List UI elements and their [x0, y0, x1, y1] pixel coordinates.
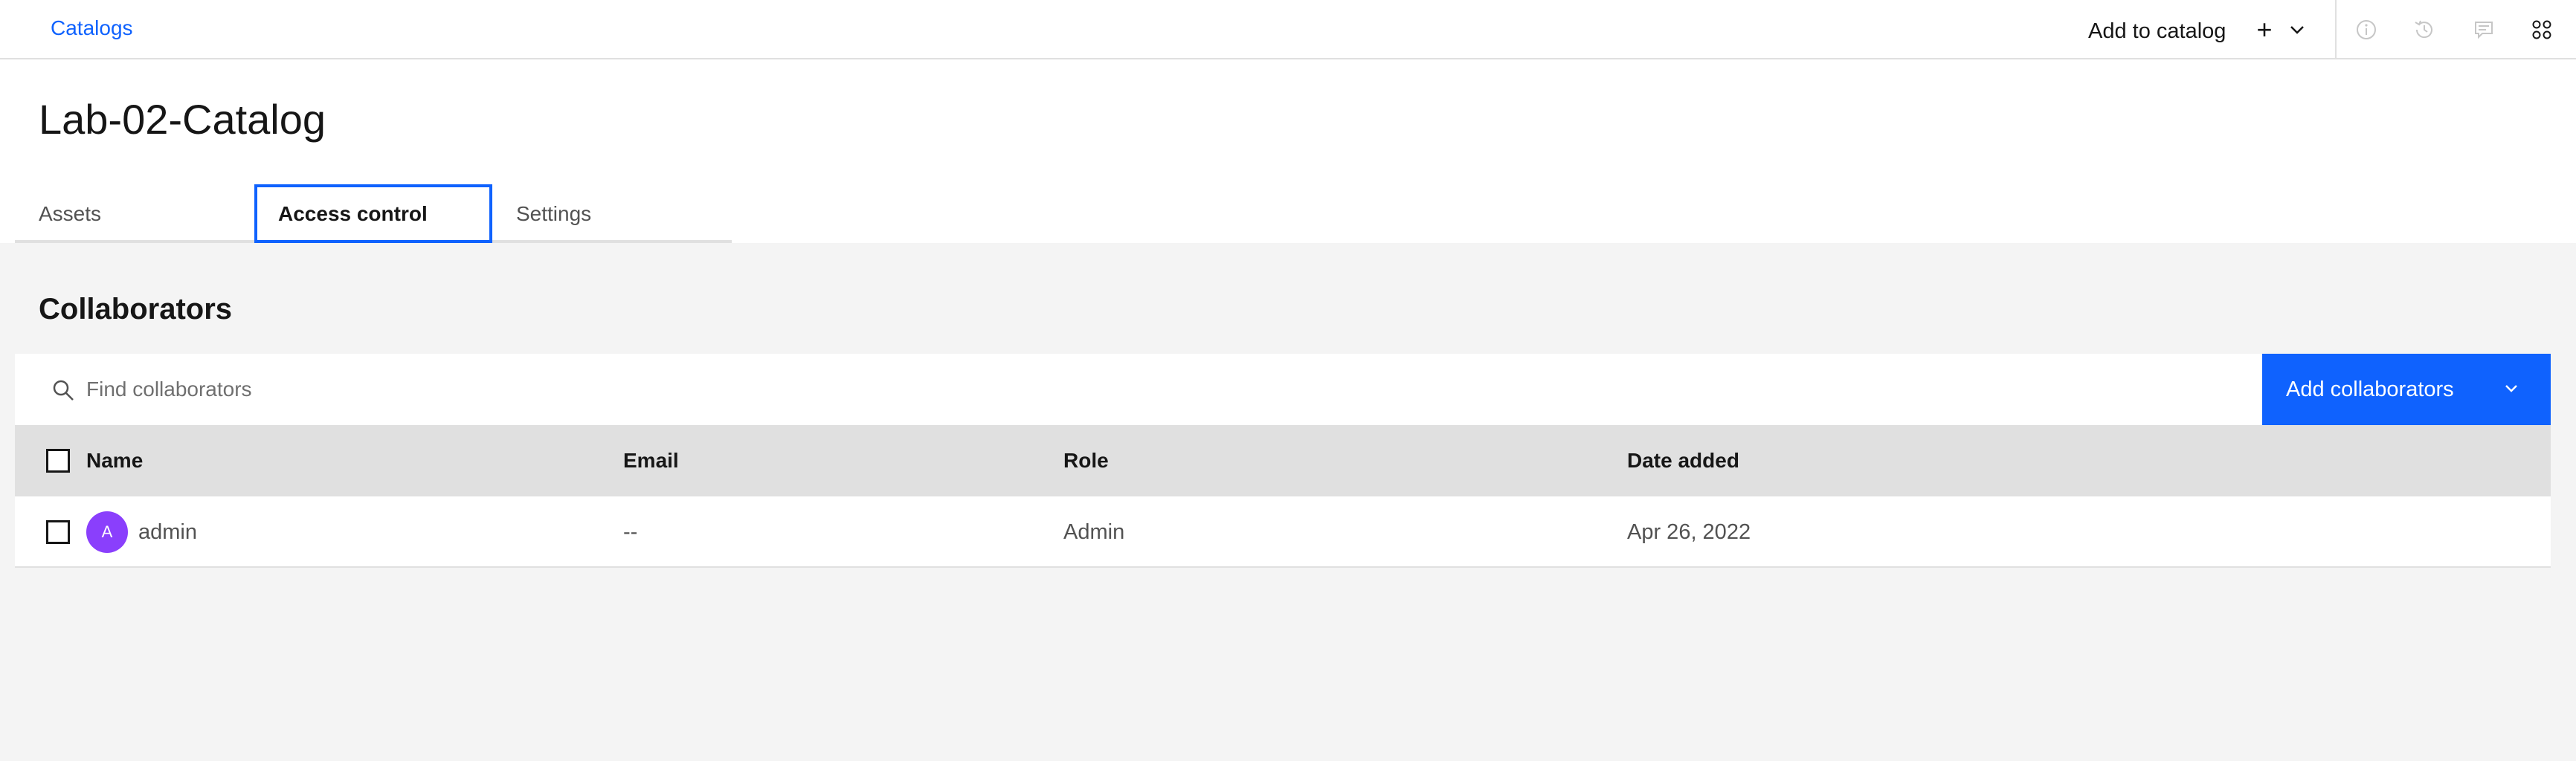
plus-icon[interactable]: +: [2253, 14, 2276, 45]
search-input[interactable]: [86, 354, 2243, 425]
breadcrumb-catalogs[interactable]: Catalogs: [51, 16, 133, 40]
search-bar: [15, 354, 2262, 425]
select-all-checkbox[interactable]: [46, 449, 70, 473]
section-title: Collaborators: [39, 293, 233, 326]
search-icon: [53, 380, 74, 401]
cell-role: Admin: [1063, 519, 1125, 544]
tab-list: Assets Access control Settings: [15, 184, 732, 243]
info-icon[interactable]: [2351, 15, 2381, 45]
column-header-date-added[interactable]: Date added: [1627, 425, 1739, 496]
tab-settings[interactable]: Settings: [492, 184, 730, 243]
add-collaborators-button[interactable]: Add collaborators: [2262, 354, 2551, 425]
catalog-header: Lab-02-Catalog Assets Access control Set…: [0, 59, 2576, 243]
avatar: A: [86, 511, 128, 553]
add-to-catalog-button[interactable]: Add to catalog: [2088, 15, 2226, 48]
tab-assets[interactable]: Assets: [15, 184, 253, 243]
top-bar: Catalogs Add to catalog +: [0, 0, 2576, 59]
chevron-down-icon[interactable]: [2499, 376, 2524, 401]
row-checkbox[interactable]: [46, 520, 70, 544]
history-icon[interactable]: [2409, 15, 2439, 45]
column-header-name[interactable]: Name: [86, 425, 143, 496]
add-collaborators-label: Add collaborators: [2286, 377, 2454, 401]
tab-access-control[interactable]: Access control: [254, 184, 492, 243]
cell-date-added: Apr 26, 2022: [1627, 519, 1751, 544]
page-title: Lab-02-Catalog: [39, 96, 326, 143]
chat-icon[interactable]: [2469, 15, 2499, 45]
column-header-email[interactable]: Email: [623, 425, 679, 496]
apps-icon[interactable]: [2527, 15, 2557, 45]
collaborators-table: Name Email Role Date added A admin -- Ad…: [15, 425, 2551, 568]
column-header-role[interactable]: Role: [1063, 425, 1109, 496]
table-header-row: Name Email Role Date added: [15, 425, 2551, 496]
topbar-divider: [2335, 0, 2337, 59]
cell-email: --: [623, 519, 638, 544]
cell-name: admin: [138, 519, 197, 544]
table-row[interactable]: A admin -- Admin Apr 26, 2022: [15, 496, 2551, 568]
chevron-down-icon[interactable]: [2286, 18, 2308, 43]
